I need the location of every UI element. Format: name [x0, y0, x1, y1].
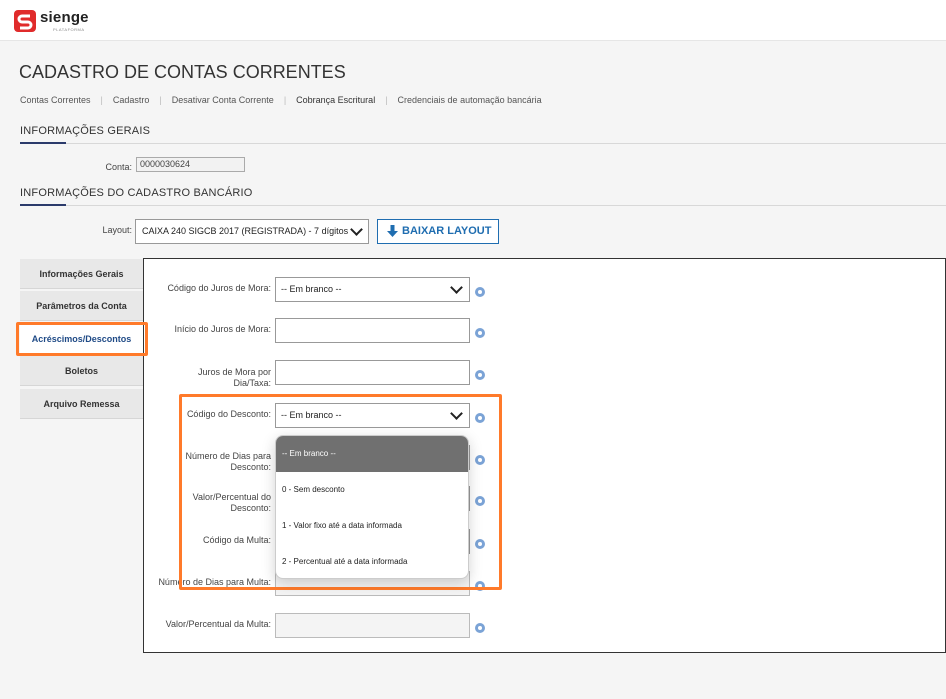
- section-divider: [20, 205, 946, 206]
- breadcrumb-separator: |: [385, 95, 388, 105]
- breadcrumb-credenciais[interactable]: Credenciais de automação bancária: [398, 95, 542, 105]
- dropdown-option[interactable]: -- Em branco --: [276, 436, 468, 472]
- brand-subtitle: PLATAFORMA: [53, 27, 85, 32]
- juros-taxa-label-line2: Dia/Taxa:: [233, 378, 271, 388]
- conta-field[interactable]: 0000030624: [136, 157, 245, 172]
- highlight-tab-frame: [16, 322, 148, 356]
- page-title: CADASTRO DE CONTAS CORRENTES: [19, 62, 346, 82]
- brand-name: sienge: [40, 9, 89, 26]
- juros-taxa-input[interactable]: [275, 360, 470, 385]
- desconto-dropdown-list: -- Em branco -- 0 - Sem desconto 1 - Val…: [275, 435, 469, 579]
- breadcrumb-desativar[interactable]: Desativar Conta Corrente: [172, 95, 274, 105]
- baixar-layout-button[interactable]: BAIXAR LAYOUT: [377, 219, 499, 244]
- layout-select-value: CAIXA 240 SIGCB 2017 (REGISTRADA) - 7 dí…: [142, 226, 349, 236]
- juros-codigo-value: -- Em branco --: [281, 284, 342, 294]
- section-accent: [20, 142, 66, 144]
- juros-inicio-input[interactable]: [275, 318, 470, 343]
- chevron-down-icon: [350, 223, 363, 236]
- multa-valor-label: Valor/Percentual da Multa:: [165, 619, 271, 629]
- download-arrow-icon: [387, 225, 398, 237]
- layout-label: Layout:: [102, 225, 132, 235]
- dropdown-option[interactable]: 1 - Valor fixo até a data informada: [276, 508, 468, 544]
- breadcrumb-separator: |: [100, 95, 103, 105]
- tab-arquivo-remessa[interactable]: Arquivo Remessa: [20, 389, 143, 419]
- breadcrumb-separator: |: [159, 95, 162, 105]
- section-title-general: INFORMAÇÕES GERAIS: [20, 125, 151, 137]
- layout-select[interactable]: CAIXA 240 SIGCB 2017 (REGISTRADA) - 7 dí…: [135, 219, 369, 244]
- multa-valor-input[interactable]: [275, 613, 470, 638]
- info-icon[interactable]: [475, 623, 485, 633]
- juros-taxa-label: Juros de Mora por Dia/Taxa:: [150, 367, 271, 389]
- dropdown-option[interactable]: 0 - Sem desconto: [276, 472, 468, 508]
- section-divider: [20, 143, 946, 144]
- tab-informacoes-gerais[interactable]: Informações Gerais: [20, 259, 143, 289]
- juros-inicio-label: Início do Juros de Mora:: [174, 324, 271, 334]
- section-accent: [20, 204, 66, 206]
- info-icon[interactable]: [475, 328, 485, 338]
- breadcrumb-cadastro[interactable]: Cadastro: [113, 95, 150, 105]
- breadcrumb-cobranca-escritural[interactable]: Cobrança Escritural: [296, 95, 375, 105]
- section-title-bank: INFORMAÇÕES DO CADASTRO BANCÁRIO: [20, 187, 253, 199]
- tab-parametros-conta[interactable]: Parâmetros da Conta: [20, 291, 143, 321]
- chevron-down-icon: [450, 281, 463, 294]
- baixar-layout-label: BAIXAR LAYOUT: [402, 225, 492, 237]
- tab-boletos[interactable]: Boletos: [20, 356, 143, 386]
- juros-codigo-select[interactable]: -- Em branco --: [275, 277, 470, 302]
- breadcrumb-separator: |: [283, 95, 287, 105]
- sienge-logo-icon[interactable]: [14, 10, 36, 32]
- info-icon[interactable]: [475, 370, 485, 380]
- breadcrumb-contas-correntes[interactable]: Contas Correntes: [20, 95, 91, 105]
- conta-label: Conta:: [105, 162, 132, 172]
- top-bar: sienge PLATAFORMA: [0, 0, 946, 41]
- juros-taxa-label-line1: Juros de Mora por: [197, 367, 271, 377]
- info-icon[interactable]: [475, 287, 485, 297]
- breadcrumb: Contas Correntes | Cadastro | Desativar Cont…: [20, 95, 542, 105]
- juros-codigo-label: Código do Juros de Mora:: [167, 283, 271, 293]
- dropdown-option[interactable]: 2 - Percentual até a data informada: [276, 544, 468, 578]
